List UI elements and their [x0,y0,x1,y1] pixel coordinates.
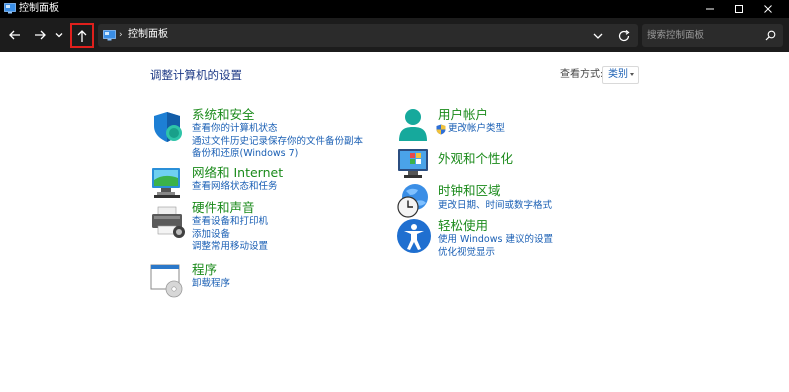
control-panel-icon [103,30,116,41]
minimize-icon [706,8,714,10]
search-input[interactable] [642,24,762,47]
link-recommended-settings[interactable]: 使用 Windows 建议的设置 [438,234,553,247]
view-by-value[interactable]: 类别 [608,69,628,80]
link-view-computer-status[interactable]: 查看你的计算机状态 [192,123,278,136]
minimize-button[interactable] [695,0,725,18]
category-ease-of-access: 轻松使用 使用 Windows 建议的设置 优化视觉显示 [396,218,656,258]
recent-locations-button[interactable] [51,24,67,46]
search-icon[interactable] [765,30,776,41]
link-backup-restore[interactable]: 备份和还原(Windows 7) [192,148,298,161]
arrow-left-icon [9,30,20,40]
title-bar: 控制面板 [0,0,789,18]
refresh-icon[interactable] [616,28,632,44]
shield-icon[interactable] [150,109,186,145]
back-button[interactable] [4,24,26,46]
category-hardware-sound: 硬件和声音 查看设备和打印机 添加设备 调整常用移动设置 [150,200,380,252]
uac-shield-icon [436,124,446,135]
window-title: 控制面板 [19,3,59,14]
category-system-security: 系统和安全 查看你的计算机状态 通过文件历史记录保存你的文件备份副本 备份和还原… [150,107,380,159]
category-programs: 程序 卸载程序 [150,262,380,298]
chevron-down-icon[interactable] [591,29,605,43]
arrow-up-icon [77,29,87,42]
category-title-programs[interactable]: 程序 [192,262,217,278]
forward-button[interactable] [29,24,51,46]
breadcrumb-control-panel[interactable]: 控制面板 [128,28,168,42]
category-title-hardware-sound[interactable]: 硬件和声音 [192,200,255,216]
link-devices-printers[interactable]: 查看设备和打印机 [192,216,268,229]
breadcrumb-separator: › [119,30,123,40]
category-title-system-security[interactable]: 系统和安全 [192,107,255,123]
view-by-dropdown[interactable]: 类别 [602,66,639,84]
close-icon [764,5,772,13]
category-network-internet: 网络和 Internet 查看网络状态和任务 [150,165,380,198]
content-area: 调整计算机的设置 查看方式: 类别 系统和安全 查看你的计算机状态 通过文件历史… [0,52,789,392]
category-title-user-accounts[interactable]: 用户帐户 [438,107,488,123]
link-optimize-visual-display[interactable]: 优化视觉显示 [438,247,495,260]
category-user-accounts: 用户帐户 更改帐户类型 [396,107,656,143]
up-button[interactable] [70,23,94,48]
view-by-label: 查看方式: [560,69,604,80]
search-box[interactable] [642,24,783,47]
navigation-bar: › 控制面板 [0,18,789,52]
printer-icon[interactable] [150,204,186,240]
user-icon[interactable] [396,107,432,143]
network-globe-icon[interactable] [150,165,186,201]
link-mobility-settings[interactable]: 调整常用移动设置 [192,241,268,254]
maximize-icon [735,5,743,13]
link-change-date-time-format[interactable]: 更改日期、时间或数字格式 [438,200,552,213]
control-panel-app-icon [4,3,16,14]
close-button[interactable] [753,0,783,18]
category-title-network-internet[interactable]: 网络和 Internet [192,165,283,181]
dropdown-caret-icon [630,73,634,76]
monitor-palette-icon[interactable] [396,147,432,183]
category-title-appearance[interactable]: 外观和个性化 [438,151,513,167]
maximize-button[interactable] [724,0,754,18]
link-change-account-type[interactable]: 更改帐户类型 [448,123,505,136]
category-title-clock-region[interactable]: 时钟和区域 [438,183,501,199]
address-bar[interactable]: › 控制面板 [98,24,638,47]
accessibility-icon[interactable] [396,218,432,254]
programs-disc-icon[interactable] [150,262,186,298]
category-title-ease-of-access[interactable]: 轻松使用 [438,218,488,234]
link-add-device[interactable]: 添加设备 [192,229,230,242]
category-clock-region: 时钟和区域 更改日期、时间或数字格式 [396,183,656,218]
page-title: 调整计算机的设置 [150,68,242,82]
chevron-down-icon [55,33,63,38]
arrow-right-icon [35,30,46,40]
link-file-history-backup[interactable]: 通过文件历史记录保存你的文件备份副本 [192,136,363,149]
clock-globe-icon[interactable] [396,183,432,219]
link-network-status-tasks[interactable]: 查看网络状态和任务 [192,181,278,194]
category-appearance: 外观和个性化 [396,147,656,178]
link-uninstall-program[interactable]: 卸载程序 [192,278,230,291]
